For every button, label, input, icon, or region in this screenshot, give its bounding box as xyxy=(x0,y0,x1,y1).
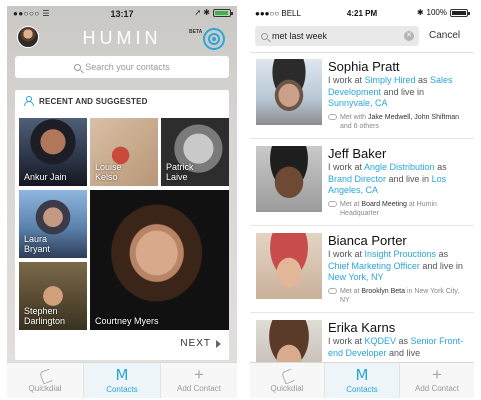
result-row[interactable]: Bianca Porter I work at Insight Prouctio… xyxy=(250,227,474,313)
contact-description: I work at Simply Hired as Sales Developm… xyxy=(328,75,453,108)
tab-add-contact[interactable]: + Add Contact xyxy=(160,363,237,398)
contact-tile-stephen-darlington[interactable]: Stephen Darlington xyxy=(19,262,87,330)
contacts-m-icon: M xyxy=(115,365,129,384)
contact-name: Erika Karns xyxy=(328,320,396,335)
status-bar: ●●○○○ ☰ 13:17 ➚ ✱ xyxy=(7,6,237,22)
contact-description: I work at Angle Distribution as Brand Di… xyxy=(328,162,447,195)
contact-name: Jeff Baker xyxy=(328,146,387,161)
target-icon[interactable] xyxy=(203,28,225,50)
met-info: Met at Brooklyn Beta in New York City, N… xyxy=(328,287,468,305)
status-bar: ●●●○○ BELL 4:21 PM ✱ 100% xyxy=(250,6,474,22)
bluetooth-icon: ✱ xyxy=(416,8,424,17)
contact-tile-louise-kelso[interactable]: Louise Kelso xyxy=(90,118,158,186)
contact-photo xyxy=(256,233,322,299)
battery-icon xyxy=(213,8,233,17)
phone-icon xyxy=(281,369,294,382)
tab-add-contact[interactable]: + Add Contact xyxy=(399,363,474,398)
location-bluetooth-icons: ➚ ✱ xyxy=(194,8,210,17)
tab-bar: Quickdial M Contacts + Add Contact xyxy=(250,362,474,398)
search-contacts-input[interactable]: Search your contacts xyxy=(15,56,229,78)
search-query: met last week xyxy=(272,31,328,41)
contact-tile-laura-bryant[interactable]: Laura Bryant xyxy=(19,190,87,258)
screenshot-root: ●●○○○ ☰ 13:17 ➚ ✱ HUMIN BETA Search your… xyxy=(0,0,481,400)
handshake-icon xyxy=(328,288,337,294)
contact-name: Sophia Pratt xyxy=(328,59,400,74)
search-icon xyxy=(261,32,268,40)
result-row[interactable]: Sophia Pratt I work at Simply Hired as S… xyxy=(250,53,474,139)
contact-tile-ankur-jain[interactable]: Ankur Jain xyxy=(19,118,87,186)
person-icon xyxy=(23,96,34,106)
search-results-screen: ●●●○○ BELL 4:21 PM ✱ 100% met last week … xyxy=(250,6,474,398)
contact-photo xyxy=(256,59,322,125)
plus-icon: + xyxy=(194,365,204,384)
contact-photo xyxy=(256,146,322,212)
contact-name: Bianca Porter xyxy=(328,233,407,248)
contact-description: I work at Insight Prouctions as Chief Ma… xyxy=(328,249,463,282)
tab-contacts[interactable]: M Contacts xyxy=(324,363,399,398)
contact-tile-courtney-myers[interactable]: Courtney Myers xyxy=(90,190,229,330)
search-placeholder: Search your contacts xyxy=(85,62,170,72)
handshake-icon xyxy=(328,114,337,120)
contact-tile-patrick-laive[interactable]: Patrick Laive xyxy=(161,118,229,186)
battery-icon xyxy=(450,8,470,17)
tab-bar: Quickdial M Contacts + Add Contact xyxy=(7,362,237,398)
result-row[interactable]: Jeff Baker I work at Angle Distribution … xyxy=(250,140,474,226)
clear-icon[interactable]: ✕ xyxy=(404,31,414,41)
tab-quickdial[interactable]: Quickdial xyxy=(7,363,83,398)
cancel-button[interactable]: Cancel xyxy=(429,30,460,41)
met-info: Met at Board Meeting at Humin Headquarte… xyxy=(328,200,468,218)
recent-suggested-card: RECENT AND SUGGESTED Ankur Jain Louise Ke… xyxy=(15,90,229,360)
search-icon xyxy=(74,63,82,71)
battery-percent: 100% xyxy=(426,8,447,17)
tab-quickdial[interactable]: Quickdial xyxy=(250,363,324,398)
section-header: RECENT AND SUGGESTED xyxy=(15,90,229,112)
phone-icon xyxy=(39,369,52,382)
contact-description: I work at KQDEV as Senior Front-end Deve… xyxy=(328,336,464,358)
beta-badge: BETA xyxy=(189,29,203,35)
section-title: RECENT AND SUGGESTED xyxy=(39,96,148,106)
plus-icon: + xyxy=(432,365,442,384)
tab-contacts[interactable]: M Contacts xyxy=(83,363,160,398)
handshake-icon xyxy=(328,201,337,207)
search-input[interactable]: met last week ✕ xyxy=(255,26,419,46)
home-screen: ●●○○○ ☰ 13:17 ➚ ✱ HUMIN BETA Search your… xyxy=(7,6,237,398)
contacts-m-icon: M xyxy=(355,365,369,384)
next-button[interactable]: NEXT xyxy=(180,338,221,349)
chevron-right-icon xyxy=(216,339,221,348)
met-info: Met with Jake Medwell, John Shiftman and… xyxy=(328,113,468,131)
